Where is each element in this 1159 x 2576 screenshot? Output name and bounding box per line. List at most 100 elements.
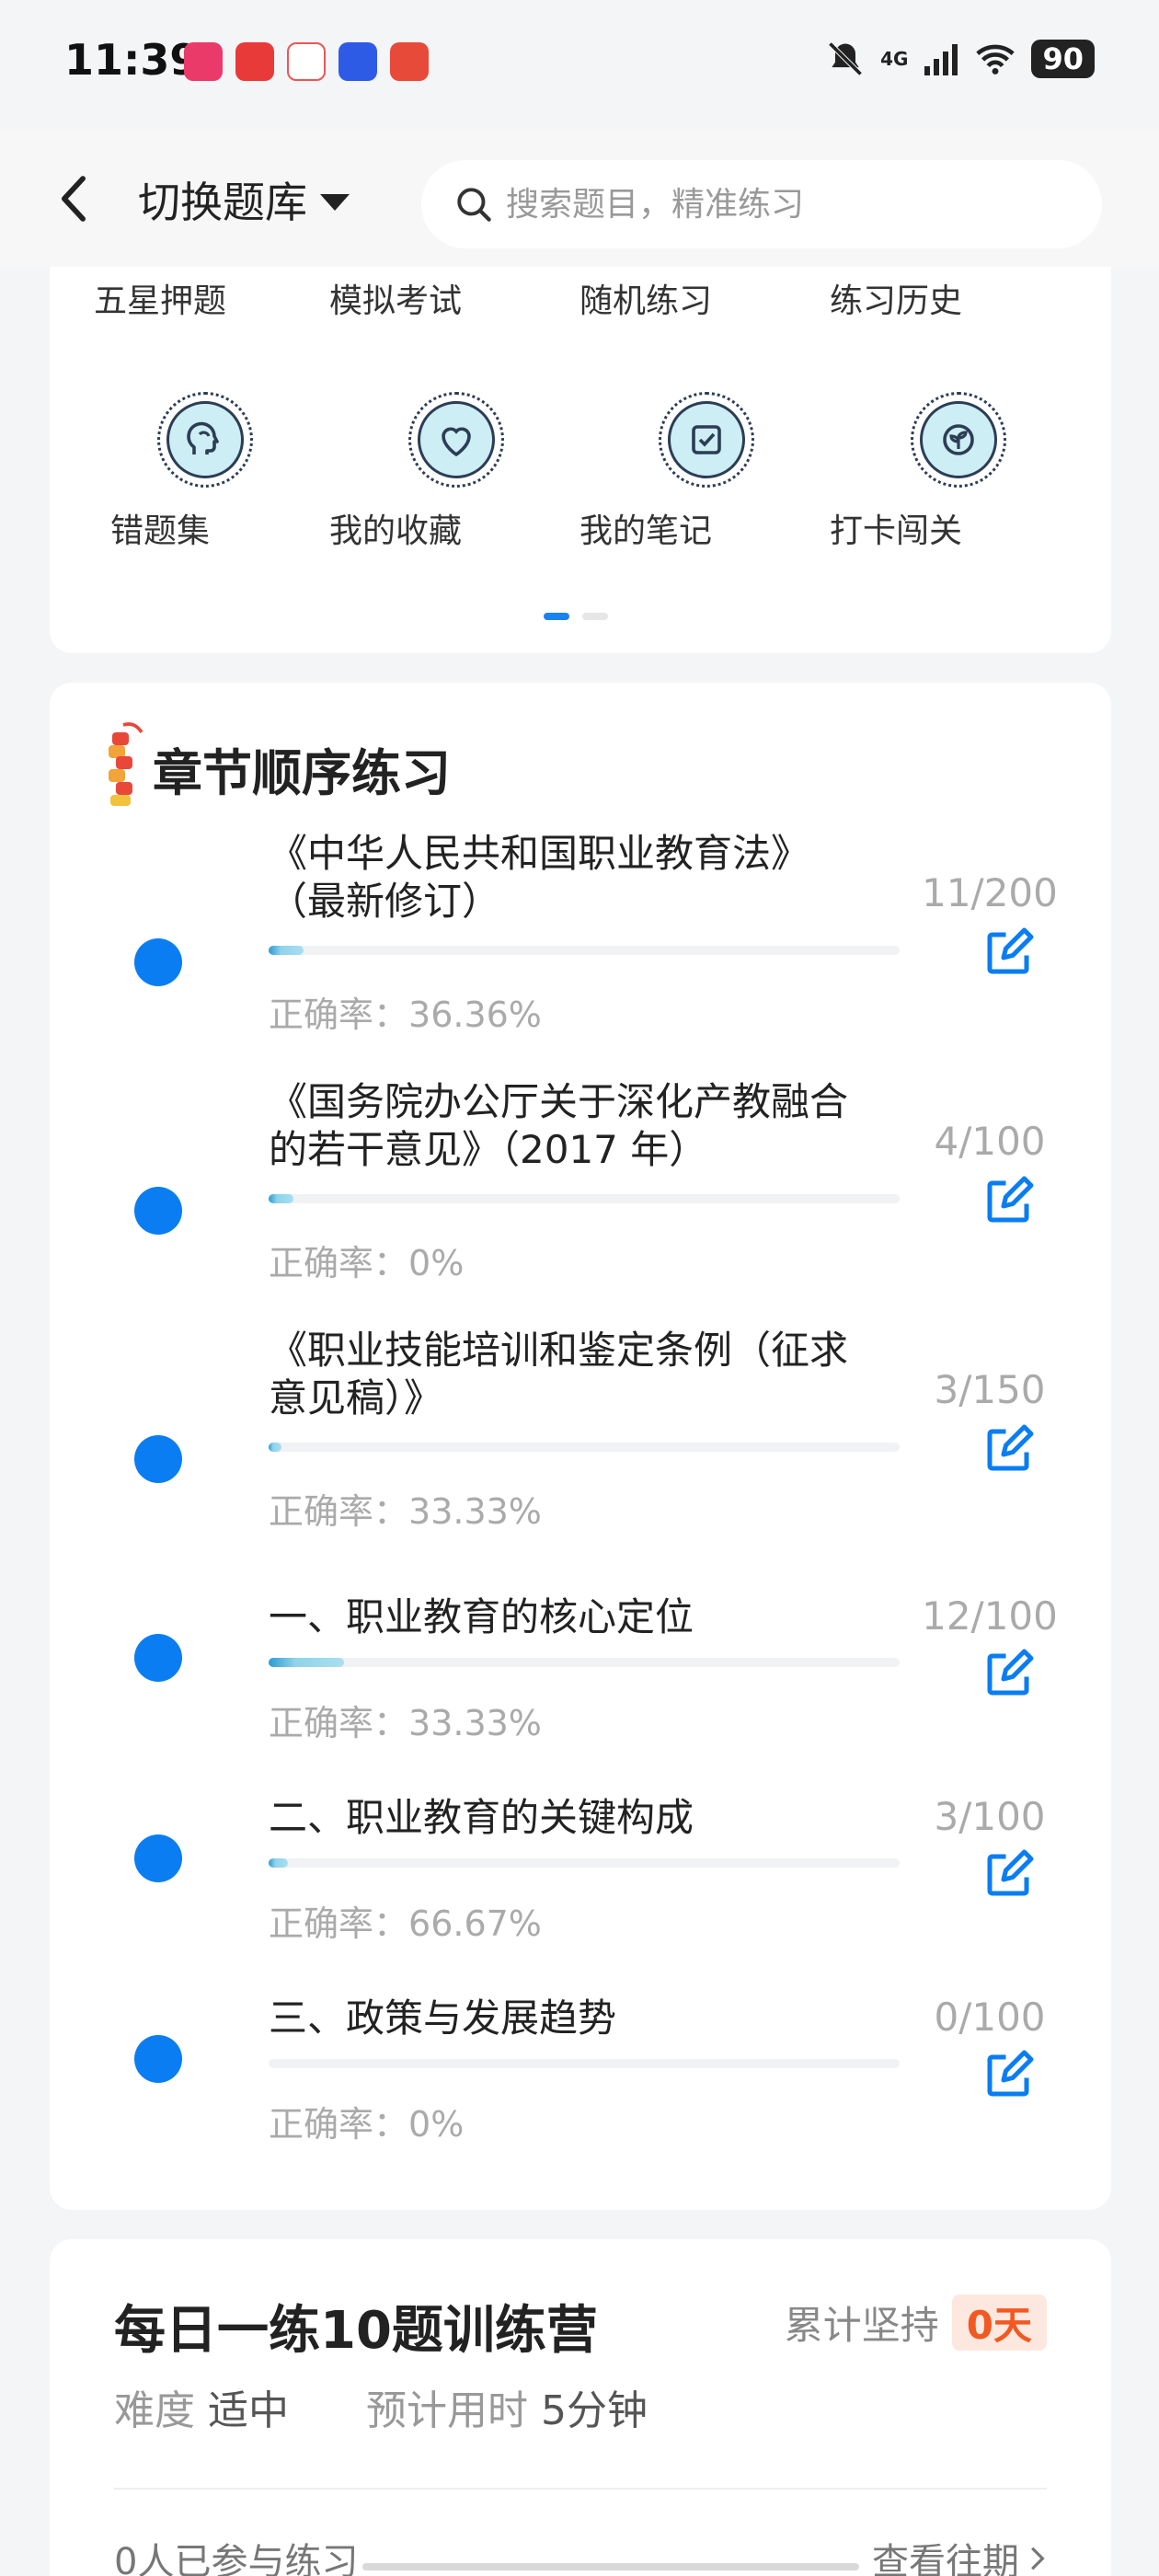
chapter-row[interactable]: 三、政策与发展趋势 正确率：0% 0/100: [50, 1995, 1111, 2179]
time-label: 预计用时: [366, 2387, 528, 2434]
search-bar[interactable]: [421, 160, 1102, 248]
joined-count: 0人已参与练习: [114, 2541, 359, 2576]
chapter-progress-fill: [269, 1858, 288, 1868]
daily-title: 每日一练10题训练营: [114, 2301, 598, 2361]
chapter-status-dot: [134, 1187, 182, 1235]
status-right: 4G 90: [825, 39, 1095, 79]
grid-item-favorites[interactable]: 我的收藏: [285, 504, 506, 552]
chapter-accuracy: 正确率：66.67%: [269, 1903, 542, 1944]
status-time: 11:39: [64, 35, 200, 85]
time-value: 5分钟: [541, 2387, 648, 2434]
search-input[interactable]: [506, 185, 1021, 224]
chapter-accuracy: 正确率：33.33%: [269, 1491, 542, 1532]
chapter-count: 11/200: [922, 870, 1058, 915]
chapter-count: 3/100: [934, 1794, 1046, 1839]
edit-icon[interactable]: [981, 1647, 1036, 1702]
heart-icon[interactable]: [408, 392, 504, 488]
divider: [114, 2488, 1047, 2490]
chapter-title: 三、政策与发展趋势: [269, 1995, 617, 2041]
chapter-row[interactable]: 二、职业教育的关键构成 正确率：66.67% 3/100: [50, 1794, 1111, 1978]
chapter-count: 3/150: [934, 1367, 1046, 1412]
app-notification-icon: [390, 42, 429, 81]
difficulty-label: 难度: [114, 2387, 195, 2434]
grid-item-notes[interactable]: 我的笔记: [535, 504, 756, 552]
edit-icon[interactable]: [981, 926, 1036, 981]
chapter-accuracy: 正确率：33.33%: [269, 1703, 542, 1743]
head-icon[interactable]: [157, 392, 253, 488]
chapter-progress-fill: [269, 1443, 281, 1452]
chapter-status-dot: [134, 1634, 182, 1682]
chapter-status-dot: [134, 1435, 182, 1483]
chapter-progress-bar: [269, 2059, 900, 2068]
chapter-practice-card: 章节顺序练习 《中华人民共和国职业教育法》 （最新修订） 正确率：36.36% …: [50, 683, 1111, 2210]
chapter-accuracy: 正确率：0%: [269, 1243, 465, 1283]
grid-item-history[interactable]: 练习历史: [786, 274, 1006, 322]
app-notification-icon: [235, 42, 274, 81]
feature-grid-card: 五星押题 模拟考试 随机练习 练习历史 错题集 我的收藏 我的笔记 打卡闯关: [50, 267, 1111, 653]
mute-icon: [828, 41, 863, 76]
grid-item-random-practice[interactable]: 随机练习: [535, 274, 756, 322]
switch-label: 切换题库: [138, 178, 307, 227]
chapter-row[interactable]: 《职业技能培训和鉴定条例（征求 意见稿）》 正确率：33.33% 3/150: [50, 1327, 1111, 1547]
edit-icon[interactable]: [981, 1847, 1036, 1903]
history-label: 查看往期: [872, 2541, 1019, 2576]
app-notification-icon: [339, 42, 377, 81]
page-dot: [582, 613, 608, 620]
chapter-progress-fill: [269, 946, 304, 955]
persist-label: 累计坚持: [784, 2303, 939, 2348]
app-notification-icon: [287, 42, 326, 81]
daily-meta: 难度 适中 预计用时 5分钟: [114, 2377, 648, 2436]
chapter-count: 12/100: [922, 1593, 1058, 1639]
search-icon: [457, 188, 491, 222]
network-type: 4G: [880, 48, 909, 70]
app-notification-icon: [184, 42, 223, 81]
top-header: 切换题库: [0, 129, 1159, 267]
daily-practice-card[interactable]: 每日一练10题训练营 累计坚持 0天 难度 适中 预计用时 5分钟 0人已参与练…: [50, 2239, 1111, 2576]
chapter-progress-bar: [269, 1658, 900, 1667]
grid-item-mock-exam[interactable]: 模拟考试: [285, 274, 506, 322]
grid-item-five-star[interactable]: 五星押题: [50, 274, 270, 322]
difficulty-value: 适中: [208, 2387, 289, 2434]
chapter-row[interactable]: 《中华人民共和国职业教育法》 （最新修订） 正确率：36.36% 11/200: [50, 830, 1111, 1051]
caret-down-icon: [320, 194, 350, 211]
leaf-icon[interactable]: [911, 392, 1006, 488]
chapter-row[interactable]: 一、职业教育的核心定位 正确率：33.33% 12/100: [50, 1593, 1111, 1777]
back-button[interactable]: [52, 171, 96, 226]
chapter-progress-bar: [269, 1443, 900, 1452]
switch-question-bank[interactable]: 切换题库: [138, 169, 350, 230]
status-bar: 11:39 4G 90: [0, 0, 1159, 129]
page-indicator: [544, 613, 608, 620]
chapter-status-dot: [134, 938, 182, 986]
chapter-title: 一、职业教育的核心定位: [269, 1594, 694, 1639]
chapter-progress-bar: [269, 1194, 900, 1203]
persist-counter: 累计坚持 0天: [785, 2294, 1047, 2351]
signal-icon: [924, 44, 958, 75]
chapter-progress-fill: [269, 1658, 345, 1667]
chapter-title: 《中华人民共和国职业教育法》 （最新修订）: [269, 831, 810, 924]
notification-icons: [184, 42, 429, 81]
chevron-right-icon: [1031, 2547, 1045, 2570]
chapter-progress-fill: [269, 1194, 294, 1203]
chapter-progress-bar: [269, 1858, 900, 1868]
chapter-accuracy: 正确率：0%: [269, 2104, 465, 2145]
persist-days-badge: 0天: [951, 2294, 1047, 2351]
firecracker-icon: [109, 722, 143, 806]
chapter-row[interactable]: 《国务院办公厅关于深化产教融合 的若干意见》（2017 年） 正确率：0% 4/…: [50, 1078, 1111, 1299]
edit-icon[interactable]: [981, 1174, 1036, 1229]
chevron-left-icon: [62, 176, 86, 222]
note-check-icon[interactable]: [659, 392, 754, 488]
chapter-title: 《职业技能培训和鉴定条例（征求 意见稿）》: [269, 1328, 849, 1420]
scroll-indicator: [362, 2563, 859, 2570]
edit-icon[interactable]: [981, 1422, 1036, 1478]
grid-item-check-in[interactable]: 打卡闯关: [786, 504, 1006, 552]
edit-icon[interactable]: [981, 2048, 1036, 2103]
wifi-icon: [976, 44, 1016, 75]
chapter-status-dot: [134, 2035, 182, 2083]
battery-indicator: 90: [1031, 40, 1095, 78]
view-history-link[interactable]: 查看往期: [872, 2532, 1047, 2576]
grid-item-wrong-questions[interactable]: 错题集: [50, 504, 270, 552]
chapter-status-dot: [134, 1834, 182, 1882]
chapter-accuracy: 正确率：36.36%: [269, 995, 542, 1035]
chapter-progress-bar: [269, 946, 900, 955]
chapter-section-title: 章节顺序练习: [153, 744, 451, 802]
